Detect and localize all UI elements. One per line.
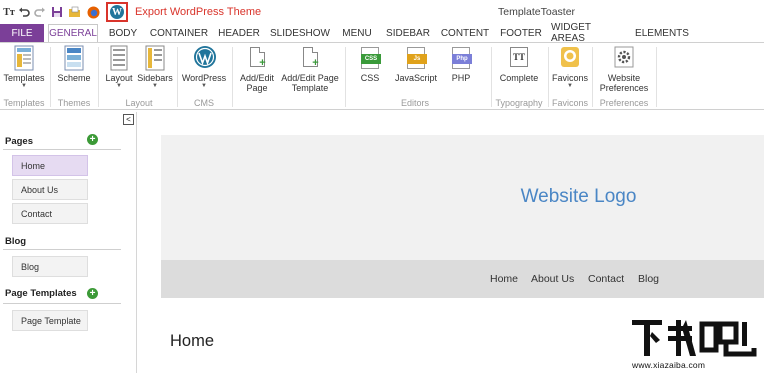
sidebars-icon: [144, 45, 166, 71]
save-icon[interactable]: [51, 4, 63, 20]
favicons-button[interactable]: Favicons ▼: [551, 45, 589, 89]
undo-icon[interactable]: [18, 4, 30, 20]
add-page-template-icon[interactable]: +: [87, 288, 98, 299]
tab-file[interactable]: FILE: [0, 24, 44, 42]
group-label-favicons: Favicons: [551, 98, 588, 108]
site-menu[interactable]: Home About Us Contact Blog: [161, 260, 764, 298]
add-template-icon: +: [299, 45, 321, 71]
wordpress-icon: W: [110, 5, 124, 19]
layout-dropdown-icon: ▼: [116, 83, 122, 89]
page-item-about-us[interactable]: About Us: [12, 179, 88, 200]
group-divider: [50, 47, 51, 107]
site-header[interactable]: Website Logo: [161, 135, 764, 260]
add-page-icon: +: [246, 45, 268, 71]
group-divider: [98, 47, 99, 107]
group-label-layout: Layout: [125, 98, 153, 108]
group-divider: [592, 47, 593, 107]
redo-icon[interactable]: [34, 4, 46, 20]
section-divider: [3, 249, 121, 250]
site-menu-item-blog[interactable]: Blog: [638, 273, 659, 285]
site-menu-item-contact[interactable]: Contact: [588, 273, 624, 285]
group-divider: [345, 47, 346, 107]
group-label-cms: CMS: [194, 98, 214, 108]
sidebars-dropdown-icon: ▼: [152, 83, 158, 89]
typography-large-icon: TT: [508, 45, 530, 71]
tab-general[interactable]: GENERAL: [48, 24, 98, 42]
title-bar: Tᴛ W Export WordPress Theme TemplateToas…: [0, 0, 764, 24]
ribbon: Templates ▼ Templates Scheme Themes Layo…: [0, 42, 764, 110]
complete-typography-button[interactable]: TT Complete: [494, 45, 544, 83]
collapse-panel-icon[interactable]: <: [123, 114, 134, 125]
website-preferences-button[interactable]: Website Preferences: [596, 45, 652, 93]
templates-dropdown-icon: ▼: [21, 83, 27, 89]
wordpress-button[interactable]: WordPress ▼: [180, 45, 228, 89]
page-template-item[interactable]: Page Template: [12, 310, 88, 331]
favicons-dropdown-icon: ▼: [567, 83, 573, 89]
php-button[interactable]: Php PHP: [444, 45, 478, 83]
export-theme-label: Export WordPress Theme: [135, 6, 262, 18]
blog-section-title: Blog: [5, 236, 27, 247]
page-item-home[interactable]: Home: [12, 155, 88, 176]
group-label-themes: Themes: [57, 98, 91, 108]
layout-button[interactable]: Layout ▼: [103, 45, 135, 89]
php-file-icon: Php: [450, 45, 472, 71]
gear-icon: [613, 45, 635, 71]
tab-header[interactable]: HEADER: [216, 24, 262, 42]
tab-container[interactable]: CONTAINER: [148, 24, 210, 42]
site-logo[interactable]: Website Logo: [161, 186, 764, 208]
javascript-file-icon: Js: [405, 45, 427, 71]
tab-sidebar[interactable]: SIDEBAR: [383, 24, 433, 42]
tab-slideshow[interactable]: SLIDESHOW: [269, 24, 331, 42]
pages-section-title: Pages: [5, 136, 33, 147]
css-button[interactable]: CSS CSS: [352, 45, 388, 83]
templates-icon: [13, 45, 35, 71]
group-label-typography: Typography: [495, 98, 543, 108]
site-menu-item-home[interactable]: Home: [490, 273, 518, 285]
group-divider: [177, 47, 178, 107]
section-divider: [3, 303, 121, 304]
app-title: TemplateToaster: [498, 6, 576, 18]
add-page-icon[interactable]: +: [87, 134, 98, 145]
tab-elements[interactable]: ELEMENTS: [632, 24, 692, 42]
group-divider: [656, 47, 657, 107]
javascript-button[interactable]: Js JavaScript: [393, 45, 439, 83]
group-label-preferences: Preferences: [599, 98, 649, 108]
group-divider: [232, 47, 233, 107]
tab-body[interactable]: BODY: [103, 24, 143, 42]
site-menu-item-about-us[interactable]: About Us: [531, 273, 574, 285]
tab-content[interactable]: CONTENT: [438, 24, 492, 42]
page-heading[interactable]: Home: [170, 332, 214, 351]
scheme-icon: [63, 45, 85, 71]
page-templates-section-title: Page Templates: [5, 288, 77, 299]
css-file-icon: CSS: [359, 45, 381, 71]
tab-menu[interactable]: MENU: [338, 24, 376, 42]
watermark: www.xiazaiba.com: [628, 316, 764, 373]
blog-item[interactable]: Blog: [12, 256, 88, 277]
section-divider: [3, 149, 121, 150]
firefox-preview-icon[interactable]: [86, 4, 100, 20]
tab-widget-areas[interactable]: WIDGET AREAS: [551, 22, 625, 44]
export-wordpress-button[interactable]: W: [106, 2, 128, 22]
group-label-editors: Editors: [400, 98, 429, 108]
menu-tabs: FILE GENERAL BODY CONTAINER HEADER SLIDE…: [0, 22, 764, 44]
wordpress-cms-icon: [193, 45, 216, 71]
add-edit-page-button[interactable]: + Add/Edit Page: [235, 45, 279, 93]
templates-button[interactable]: Templates ▼: [2, 45, 46, 89]
xiazaiba-logo: [632, 320, 757, 357]
typography-icon[interactable]: Tᴛ: [3, 4, 15, 20]
group-divider: [548, 47, 549, 107]
pages-panel: Pages + Home About Us Contact Blog Blog …: [0, 112, 137, 373]
sidebars-button[interactable]: Sidebars ▼: [135, 45, 175, 89]
favicon-icon: [559, 45, 581, 71]
open-folder-icon[interactable]: [68, 4, 82, 20]
tab-footer[interactable]: FOOTER: [499, 24, 543, 42]
watermark-url: www.xiazaiba.com: [632, 360, 706, 370]
page-item-contact[interactable]: Contact: [12, 203, 88, 224]
group-label-templates: Templates: [3, 98, 45, 108]
layout-icon: [108, 45, 130, 71]
add-edit-page-template-button[interactable]: + Add/Edit Page Template: [279, 45, 341, 93]
scheme-button[interactable]: Scheme: [54, 45, 94, 83]
wordpress-dropdown-icon: ▼: [201, 83, 207, 89]
